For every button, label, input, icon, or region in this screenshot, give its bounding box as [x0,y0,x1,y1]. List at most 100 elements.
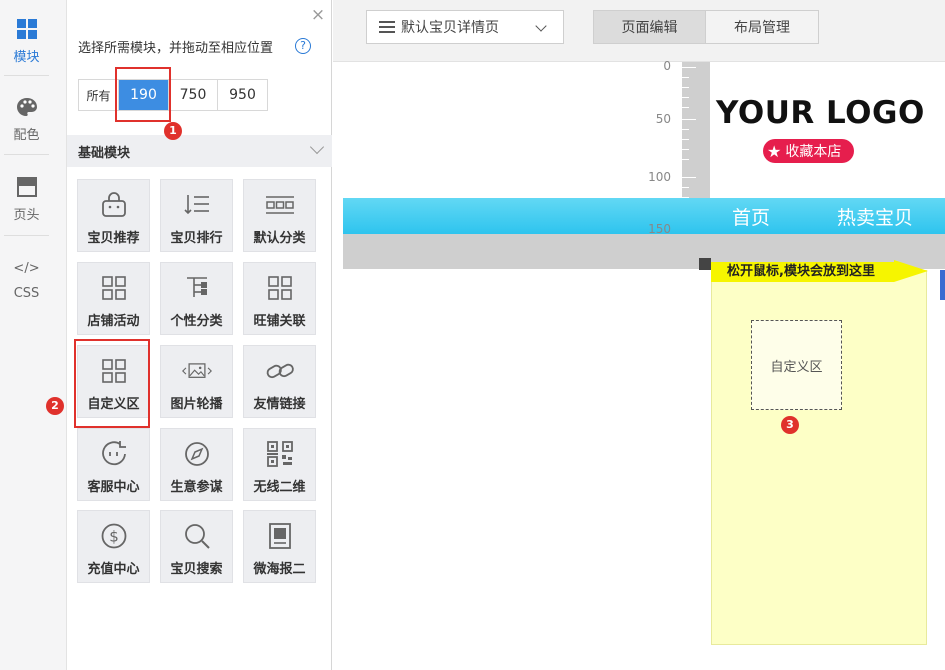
grid-four-icon [265,273,295,303]
favorite-store-button[interactable]: ★ 收藏本店 [763,139,854,163]
qrcode-icon [265,439,295,469]
grid-four-icon [99,273,129,303]
compass-icon [182,439,212,469]
search-icon [182,521,212,551]
grid-icon [16,18,38,40]
service-face-icon [99,439,129,469]
poster-icon [265,521,295,551]
width-option-all[interactable]: 所有 [79,80,119,110]
dollar-icon: $ [99,521,129,551]
rail-item-label: 配色 [13,127,40,143]
nav-item-hot[interactable]: 热卖宝贝 [837,203,913,230]
annotation-highlight-custom-area [74,339,150,428]
star-icon: ★ [767,141,782,161]
module-tile-store-activity[interactable]: 店铺活动 [77,262,150,335]
store-logo: YOUR LOGO [716,95,925,131]
module-panel: × 选择所需模块，并拖动至相应位置 ? 所有 190 750 950 基础模块 … [67,0,332,670]
menu-icon [379,21,395,33]
module-tile-recharge[interactable]: $ 充值中心 [77,510,150,583]
dragged-module[interactable]: 自定义区 [751,320,842,410]
chevron-down-icon [535,20,547,32]
module-tile-recommend[interactable]: 宝贝推荐 [77,179,150,252]
ruler-tick [682,139,689,140]
help-icon[interactable]: ? [295,38,311,54]
nav-item-home[interactable]: 首页 [732,203,770,230]
section-title: 基础模块 [78,145,131,161]
annotation-badge-1: 1 [164,122,182,140]
ruler-label: 100 [648,170,671,184]
module-tile-qrcode[interactable]: 无线二维 [243,428,316,501]
sort-list-icon [182,190,212,220]
panel-hint: 选择所需模块，并拖动至相应位置 [78,41,274,56]
rail-item-modules[interactable]: 模块 [0,6,53,76]
link-icon [265,356,295,386]
tab-page-edit[interactable]: 页面编辑 [593,10,706,44]
favorite-label: 收藏本店 [785,144,842,160]
module-tile-item-search[interactable]: 宝贝搜索 [160,510,233,583]
module-tile-custom-category[interactable]: 个性分类 [160,262,233,335]
ruler-tick [682,119,696,120]
rail-item-css[interactable]: </> CSS [0,244,53,314]
rail-item-label: 模块 [13,49,40,65]
module-tile-store-link[interactable]: 旺铺关联 [243,262,316,335]
module-label: 宝贝搜索 [170,562,223,577]
annotation-highlight-190 [115,67,171,122]
width-option-750[interactable]: 750 [169,80,218,110]
bag-icon [99,190,129,220]
page-select-dropdown[interactable]: 默认宝贝详情页 [366,10,564,44]
module-label: 宝贝推荐 [87,231,140,246]
module-label: 微海报二 [253,562,306,577]
mode-tabs: 页面编辑 布局管理 [593,10,819,44]
ruler-tick [682,107,689,108]
section-basic-modules[interactable]: 基础模块 [67,135,332,167]
divider [4,75,49,76]
module-label: 宝贝排行 [170,231,223,246]
rail-item-label: CSS [13,285,40,301]
module-tile-micro-poster[interactable]: 微海报二 [243,510,316,583]
arrow-right-icon [894,260,928,282]
module-tile-default-category[interactable]: 默认分类 [243,179,316,252]
module-label: 图片轮播 [170,397,223,412]
module-label: 生意参谋 [170,480,223,495]
ruler-label: 50 [655,112,671,126]
tree-icon [182,273,212,303]
chevron-down-icon [309,139,325,155]
module-tile-carousel[interactable]: 图片轮播 [160,345,233,418]
divider [4,154,49,155]
top-toolbar: 默认宝贝详情页 页面编辑 布局管理 [333,0,945,62]
module-tile-friend-link[interactable]: 友情链接 [243,345,316,418]
palette-icon [16,96,38,118]
module-label: 无线二维 [253,480,306,495]
width-filter: 所有 190 750 950 [78,79,268,111]
module-label: 友情链接 [253,397,306,412]
ruler-tick [682,149,689,150]
width-option-950[interactable]: 950 [218,80,267,110]
dragged-module-label: 自定义区 [770,359,823,375]
module-label: 客服中心 [87,480,140,495]
module-label: 默认分类 [253,231,306,246]
module-label: 个性分类 [170,314,223,329]
drop-message: 松开鼠标,模块会放到这里 [711,262,894,282]
header-icon [16,176,38,198]
image-carousel-icon [181,356,212,386]
divider [4,235,49,236]
category-bars-icon [265,190,295,220]
rail-item-colors[interactable]: 配色 [0,84,53,154]
close-icon[interactable]: × [309,6,327,24]
module-tile-business-advisor[interactable]: 生意参谋 [160,428,233,501]
tab-layout-manage[interactable]: 布局管理 [706,10,819,44]
module-label: 店铺活动 [87,314,140,329]
left-rail: 模块 配色 页头 </> CSS [0,0,67,670]
ruler-tick [682,87,689,88]
ruler-tick [682,77,689,78]
ruler-tick [682,187,689,188]
rail-item-label: 页头 [13,207,40,223]
rail-item-header[interactable]: 页头 [0,164,53,234]
code-icon: </> [13,261,40,276]
ruler-tick [682,159,689,160]
module-tile-ranking[interactable]: 宝贝排行 [160,179,233,252]
edge-indicator [940,270,945,300]
ruler-tick [682,177,696,178]
module-tile-service[interactable]: 客服中心 [77,428,150,501]
svg-text:$: $ [109,528,119,546]
